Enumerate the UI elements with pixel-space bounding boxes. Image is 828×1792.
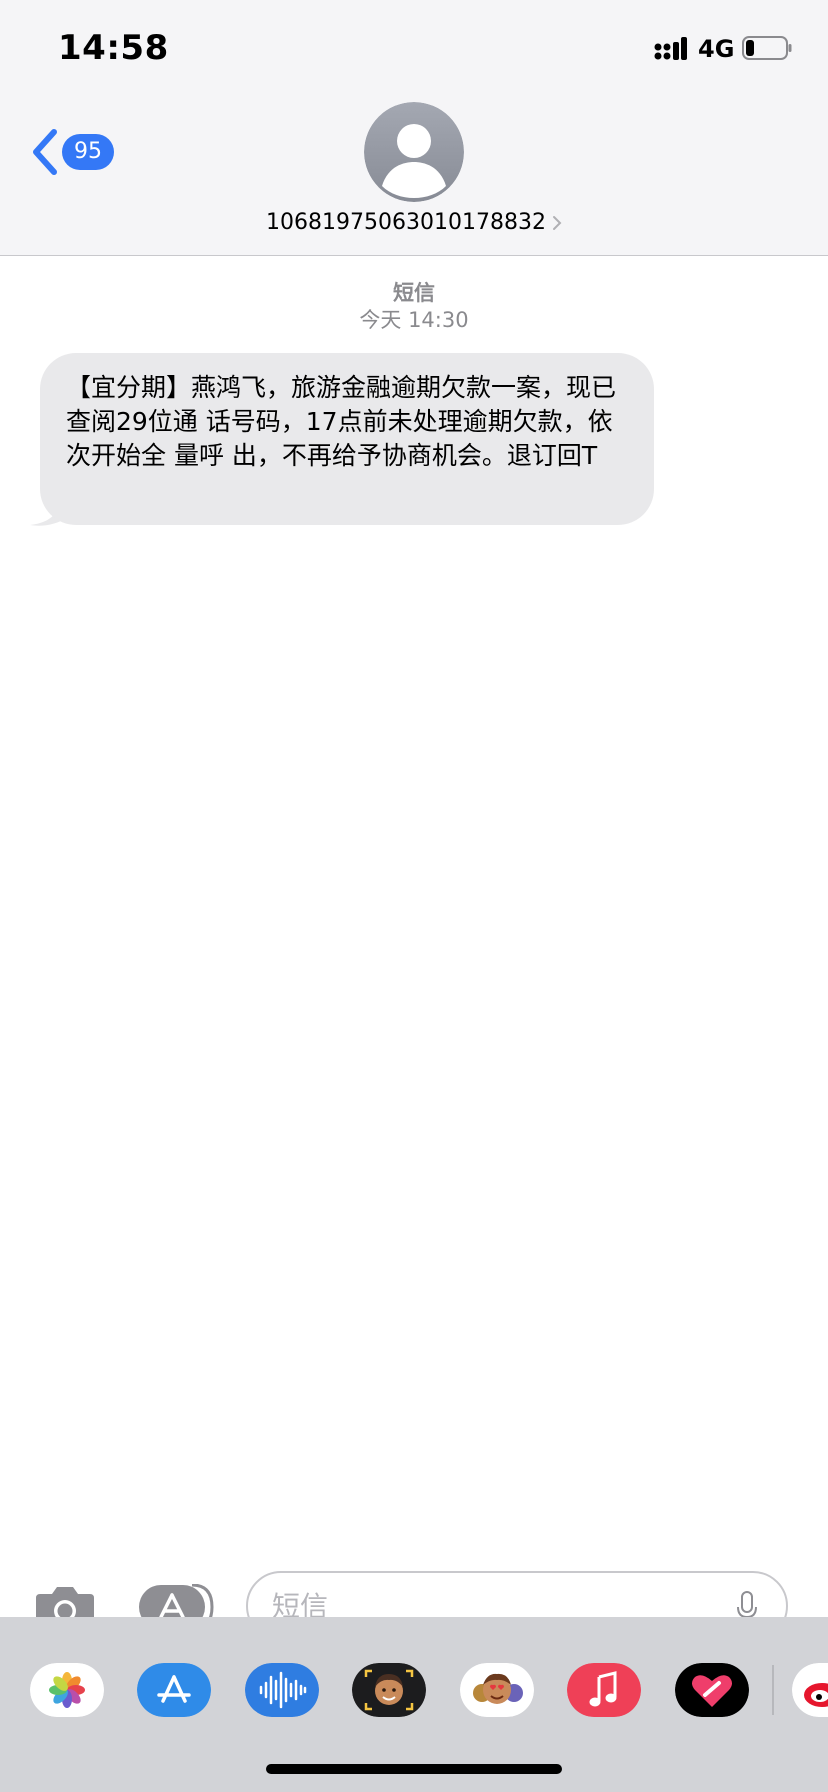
music-app-icon[interactable] [567, 1663, 641, 1717]
drawer-divider [772, 1665, 774, 1715]
unread-count-badge: 95 [62, 134, 114, 170]
message-text: 【宜分期】燕鸿飞，旅游金融逾期欠款一案，现已查阅29位通 话号码，17点前未处理… [66, 373, 617, 470]
network-type: 4G [698, 35, 735, 63]
thread-timestamp-header: 短信 今天 14:30 [0, 280, 828, 334]
status-time: 14:58 [58, 28, 169, 68]
thread-label: 短信 [393, 281, 435, 305]
audio-message-icon[interactable] [245, 1663, 319, 1717]
messages-screen: 14:58 4G 95 10681975063010178832 短信 今天 1… [0, 0, 828, 1792]
chevron-left-icon [33, 129, 57, 175]
message-bubble[interactable]: 【宜分期】燕鸿飞，旅游金融逾期欠款一案，现已查阅29位通 话号码，17点前未处理… [40, 353, 654, 525]
chevron-right-icon [552, 216, 562, 230]
conversation-header: 14:58 4G 95 10681975063010178832 [0, 0, 828, 256]
animoji-icon[interactable] [460, 1663, 534, 1717]
back-button[interactable]: 95 [30, 128, 120, 176]
app-store-icon[interactable] [137, 1663, 211, 1717]
contact-avatar-icon[interactable] [364, 102, 464, 202]
battery-icon [742, 36, 792, 60]
home-indicator[interactable] [266, 1764, 562, 1774]
digital-touch-icon[interactable] [675, 1663, 749, 1717]
cellular-signal-icon [654, 37, 687, 60]
contact-number: 10681975063010178832 [266, 210, 546, 235]
memoji-icon[interactable] [352, 1663, 426, 1717]
contact-name-button[interactable]: 10681975063010178832 [0, 210, 828, 240]
photos-app-icon[interactable] [30, 1663, 104, 1717]
thread-timestamp: 今天 14:30 [359, 308, 469, 332]
weibo-app-icon[interactable] [792, 1663, 828, 1717]
